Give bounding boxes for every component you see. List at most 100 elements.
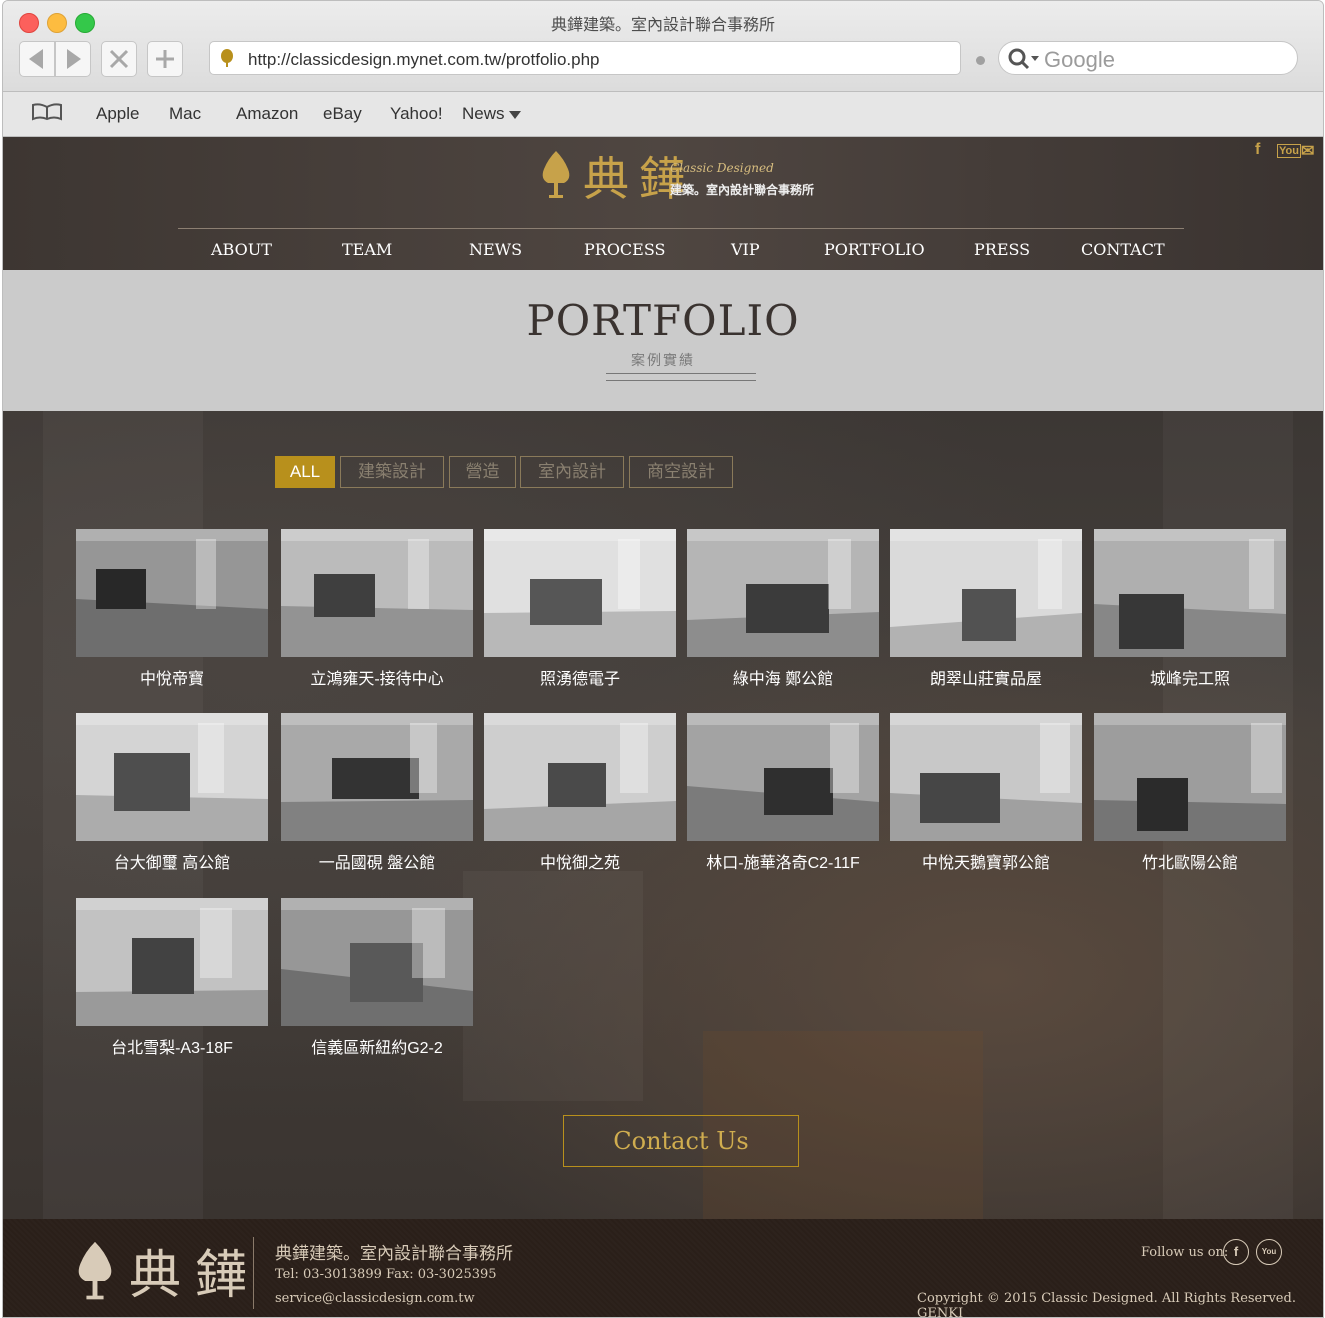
address-bar[interactable]: http://classicdesign.mynet.com.tw/protfo… [209, 41, 961, 75]
new-tab-button[interactable] [147, 41, 183, 77]
portfolio-item[interactable]: 中悅帝寶 [76, 529, 268, 689]
back-arrow-icon [29, 49, 43, 69]
facebook-icon[interactable]: f [1255, 141, 1260, 159]
contact-us-button[interactable]: Contact Us [563, 1115, 799, 1167]
bookmark-mac[interactable]: Mac [169, 104, 201, 124]
logo-tree-icon[interactable] [538, 149, 574, 199]
loading-dot-icon [976, 56, 985, 65]
portfolio-item[interactable]: 林口-施華洛奇C2-11F [687, 713, 879, 873]
nav-contact[interactable]: CONTACT [1081, 240, 1165, 259]
logo-script: Classic Designed [670, 161, 774, 175]
portfolio-caption: 信義區新紐約G2-2 [311, 1040, 443, 1057]
search-field[interactable]: Google [998, 41, 1298, 75]
footer-follow-label: Follow us on: [1141, 1245, 1229, 1260]
portfolio-caption: 立鴻雍天-接待中心 [310, 671, 444, 688]
title-rule [606, 373, 756, 374]
bookmarks-bar: Apple Mac Amazon eBay Yahoo! News [3, 92, 1323, 137]
filter-commercial[interactable]: 商空設計 [629, 456, 733, 488]
portfolio-item[interactable]: 立鴻雍天-接待中心 [281, 529, 473, 689]
page-title: PORTFOLIO [526, 296, 800, 345]
portfolio-item[interactable]: 竹北歐陽公館 [1094, 713, 1286, 873]
filter-all[interactable]: ALL [275, 456, 335, 488]
filter-bar: ALL 建築設計 營造 室內設計 商空設計 [3, 456, 1323, 490]
footer-phone: Tel: 03-3013899 Fax: 03-3025395 [275, 1267, 497, 1282]
window-title: 典鏵建築。室內設計聯合事務所 [550, 17, 775, 34]
bookmark-news-menu[interactable]: News [462, 104, 521, 124]
browser-toolbar: 典鏵建築。室內設計聯合事務所 http://classicdesign.myne… [3, 1, 1323, 92]
portfolio-caption: 林口-施華洛奇C2-11F [706, 855, 860, 872]
footer-logo-tree-icon [78, 1241, 112, 1300]
forward-arrow-icon [67, 49, 81, 69]
portfolio-item[interactable]: 城峰完工照 [1094, 529, 1286, 689]
portfolio-thumbnail[interactable] [281, 529, 473, 657]
footer-youtube-icon[interactable]: You [1256, 1239, 1282, 1265]
bookmark-amazon[interactable]: Amazon [236, 104, 298, 124]
nav-press[interactable]: PRESS [974, 240, 1030, 259]
portfolio-thumbnail[interactable] [890, 529, 1082, 657]
bookmarks-book-icon[interactable] [31, 103, 63, 121]
portfolio-item[interactable]: 台北雪梨-A3-18F [76, 898, 268, 1058]
portfolio-item[interactable]: 一品國硯 盤公館 [281, 713, 473, 873]
portfolio-thumbnail[interactable] [687, 529, 879, 657]
portfolio-item[interactable]: 中悅天鵝寶郭公館 [890, 713, 1082, 873]
portfolio-caption: 照湧德電子 [539, 671, 620, 688]
filter-construction[interactable]: 營造 [449, 456, 516, 488]
youtube-icon[interactable]: You [1277, 144, 1301, 158]
footer-logo-chinese: 典鏵 [129, 1246, 262, 1306]
portfolio-thumbnail[interactable] [76, 713, 268, 841]
filter-architecture[interactable]: 建築設計 [340, 456, 444, 488]
portfolio-item[interactable]: 中悅御之苑 [484, 713, 676, 873]
nav-process[interactable]: PROCESS [584, 240, 666, 259]
logo-subtitle: 建築。室內設計聯合事務所 [670, 183, 815, 197]
bookmark-yahoo[interactable]: Yahoo! [390, 104, 443, 124]
portfolio-caption: 中悅御之苑 [539, 855, 620, 872]
portfolio-thumbnail[interactable] [1094, 529, 1286, 657]
portfolio-thumbnail[interactable] [281, 713, 473, 841]
stop-button[interactable] [101, 41, 137, 77]
search-icon [1008, 48, 1039, 70]
portfolio-item[interactable]: 綠中海 鄭公館 [687, 529, 879, 689]
bookmark-ebay[interactable]: eBay [323, 104, 362, 124]
portfolio-item[interactable]: 朗翠山莊實品屋 [890, 529, 1082, 689]
portfolio-thumbnail[interactable] [484, 713, 676, 841]
footer-email[interactable]: service@classicdesign.com.tw [275, 1291, 475, 1306]
back-button[interactable] [19, 41, 55, 77]
nav-portfolio[interactable]: PORTFOLIO [824, 240, 925, 259]
nav-team[interactable]: TEAM [342, 240, 392, 259]
portfolio-caption: 台北雪梨-A3-18F [111, 1040, 233, 1057]
portfolio-caption: 竹北歐陽公館 [1141, 855, 1238, 872]
bookmark-apple[interactable]: Apple [96, 104, 139, 124]
logo-chinese[interactable]: 典鏵 [583, 143, 695, 209]
filter-interior[interactable]: 室內設計 [520, 456, 624, 488]
background-decoration [463, 871, 643, 1101]
portfolio-thumbnail[interactable] [76, 898, 268, 1026]
footer-copyright: Copyright © 2015 Classic Designed. All R… [917, 1291, 1296, 1317]
nav-about[interactable]: ABOUT [211, 240, 272, 259]
portfolio-thumbnail[interactable] [890, 713, 1082, 841]
forward-button[interactable] [55, 41, 91, 77]
portfolio-item[interactable]: 照湧德電子 [484, 529, 676, 689]
portfolio-gallery: ALL 建築設計 營造 室內設計 商空設計 中悅帝寶 立鴻雍天-接待中心 照湧德電子… [3, 411, 1323, 1221]
site-header: 典鏵 Classic Designed 建築。室內設計聯合事務所 f You ✉… [3, 137, 1323, 270]
title-rule [606, 380, 756, 381]
portfolio-thumbnail[interactable] [1094, 713, 1286, 841]
mail-icon[interactable]: ✉ [1301, 141, 1314, 161]
portfolio-thumbnail[interactable] [281, 898, 473, 1026]
page-subtitle: 案例實績 [631, 352, 695, 368]
portfolio-item[interactable]: 信義區新紐約G2-2 [281, 898, 473, 1058]
nav-news[interactable]: NEWS [469, 240, 522, 259]
footer-facebook-icon[interactable]: f [1223, 1239, 1249, 1265]
portfolio-thumbnail[interactable] [687, 713, 879, 841]
portfolio-caption: 一品國硯 盤公館 [318, 855, 436, 872]
footer-divider [253, 1237, 254, 1309]
chevron-down-icon [508, 110, 521, 119]
page-title-band: PORTFOLIO 案例實績 [3, 270, 1323, 411]
nav-vip[interactable]: VIP [731, 240, 760, 259]
url-text: http://classicdesign.mynet.com.tw/protfo… [248, 50, 600, 69]
portfolio-thumbnail[interactable] [484, 529, 676, 657]
portfolio-caption: 綠中海 鄭公館 [732, 671, 834, 688]
portfolio-item[interactable]: 台大御璽 高公館 [76, 713, 268, 873]
search-placeholder: Google [1044, 47, 1115, 72]
portfolio-thumbnail[interactable] [76, 529, 268, 657]
web-page: 典鏵 Classic Designed 建築。室內設計聯合事務所 f You ✉… [3, 137, 1323, 1317]
